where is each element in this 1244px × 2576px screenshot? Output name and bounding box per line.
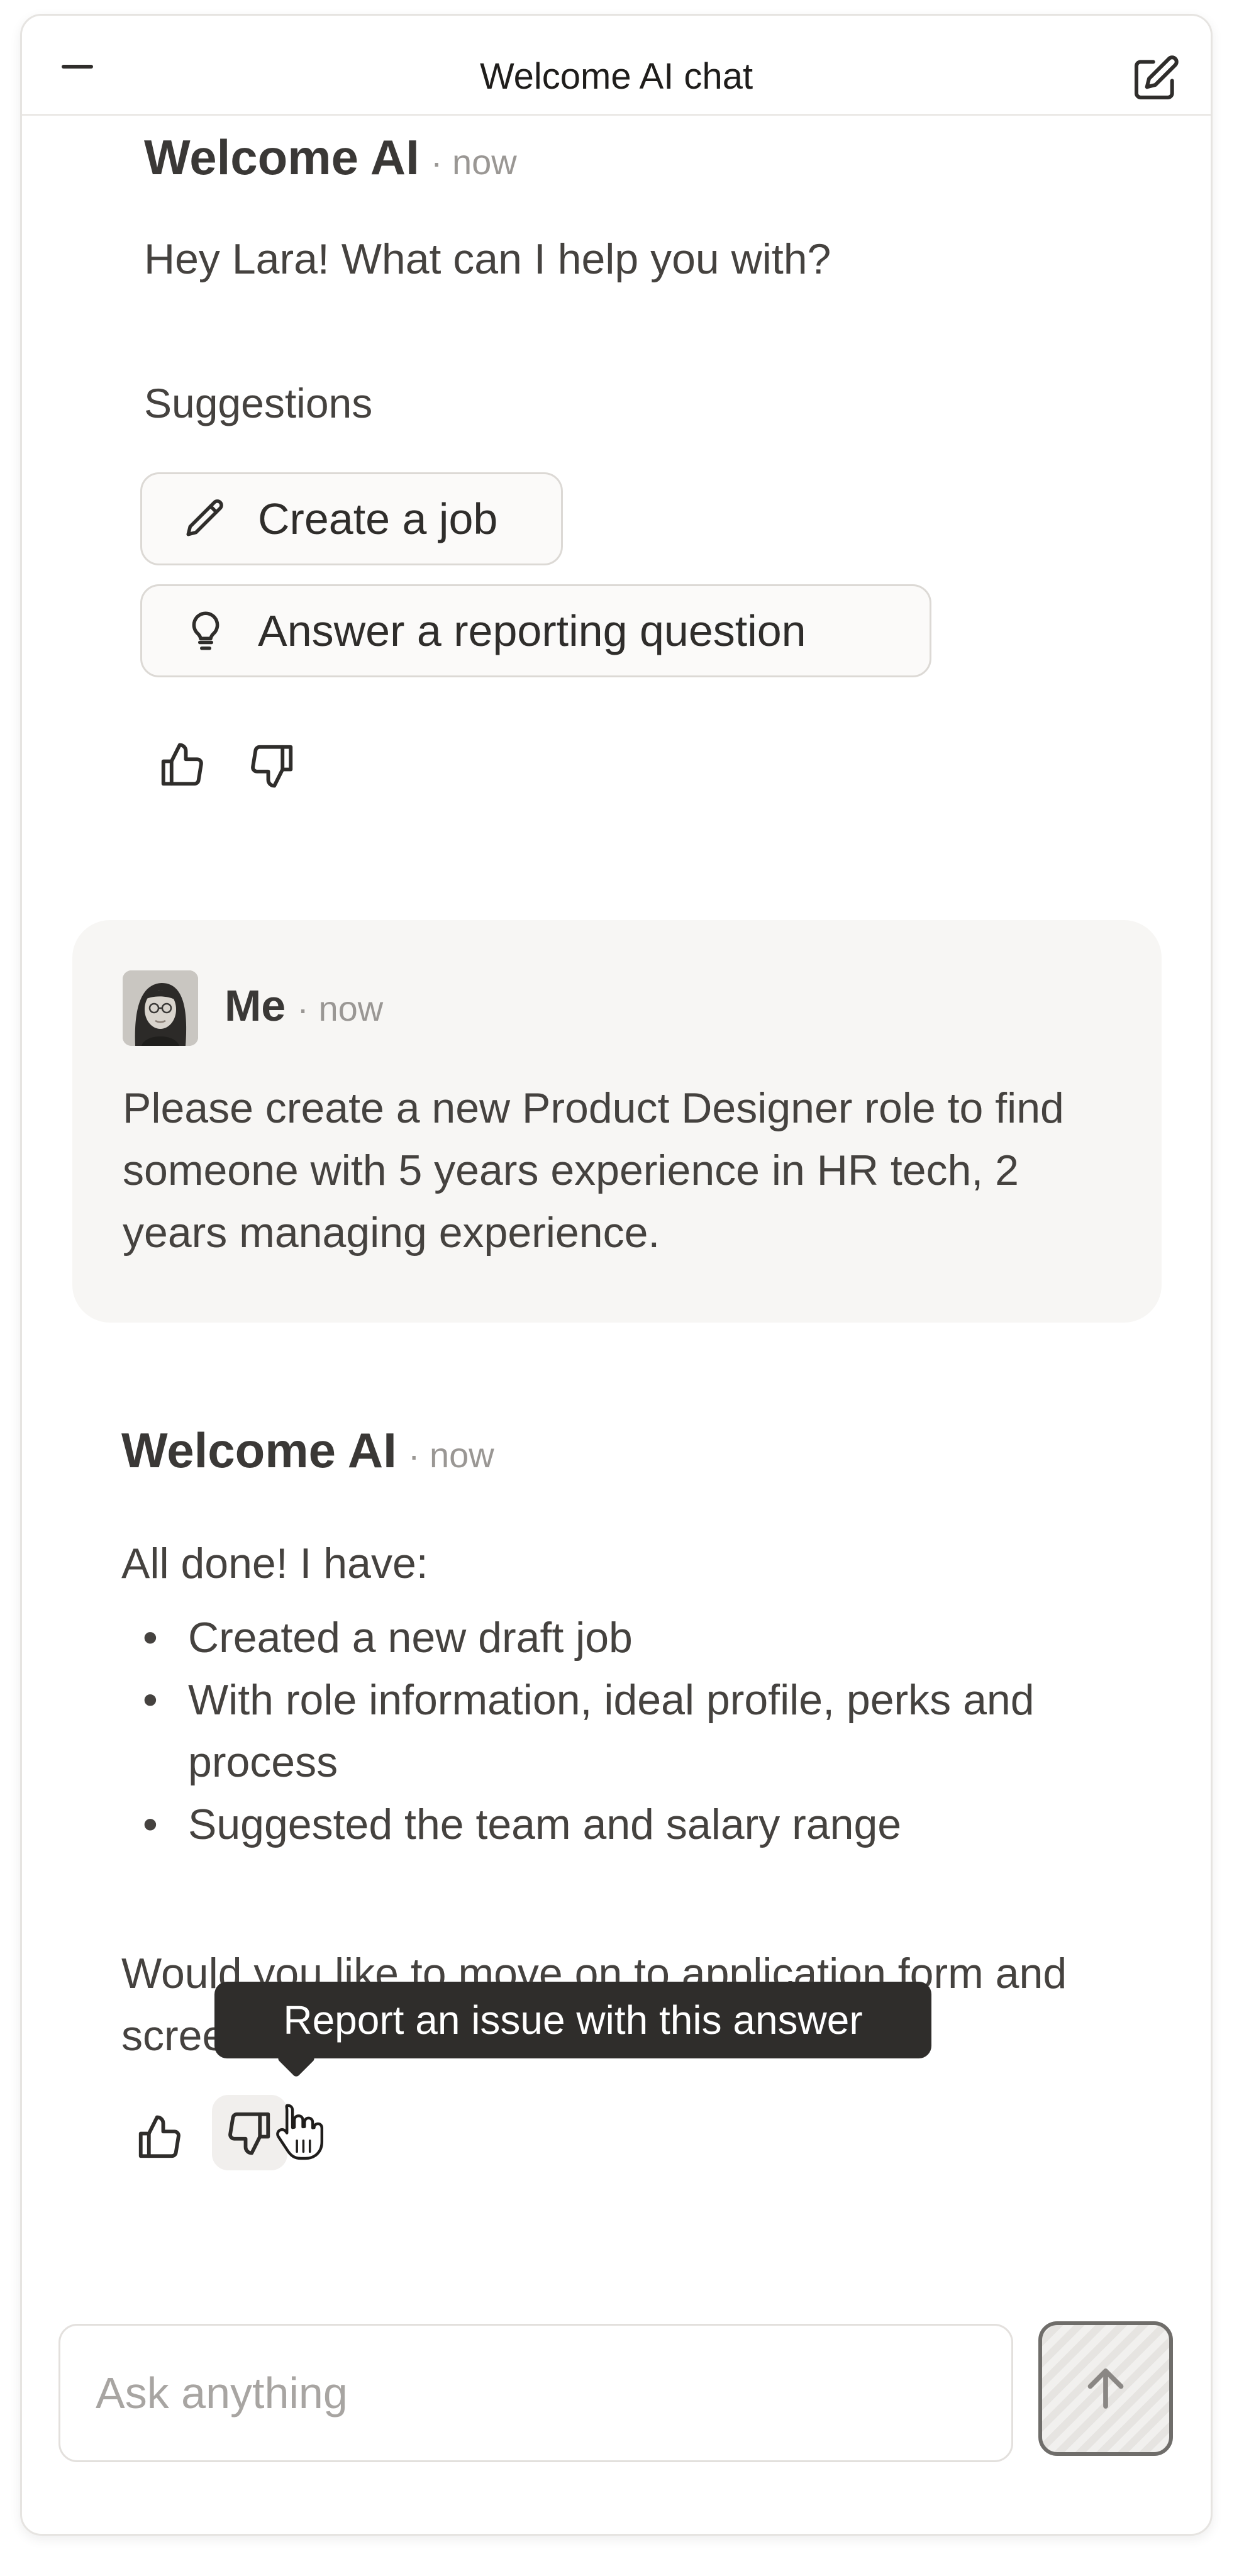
message-sender: Welcome AI xyxy=(121,1423,397,1478)
thumbs-down-icon xyxy=(228,2112,270,2155)
message-sender: Welcome AI xyxy=(144,130,419,185)
thumbs-up-button[interactable] xyxy=(121,2100,197,2175)
message-sender: Me xyxy=(225,981,286,1030)
suggestion-label: Create a job xyxy=(258,494,498,543)
avatar xyxy=(123,970,198,1046)
lightbulb-icon xyxy=(192,611,219,650)
thumbs-up-icon xyxy=(161,743,203,786)
suggestions-label: Suggestions xyxy=(144,380,373,426)
suggestion-create-job[interactable]: Create a job xyxy=(140,472,563,565)
message-time: · now xyxy=(430,142,517,182)
list-item: Suggested the team and salary range xyxy=(121,1794,1102,1856)
welcome-message: Welcome AI · now xyxy=(144,129,517,186)
suggestion-label: Answer a reporting question xyxy=(258,606,806,655)
user-message: Me · now Please create a new Product Des… xyxy=(72,920,1162,1323)
message-time: · now xyxy=(297,989,384,1028)
reply-intro: All done! I have: xyxy=(121,1540,428,1587)
pencil-icon xyxy=(186,499,223,536)
chat-window: Welcome AI chat Welcome AI · now Hey Lar… xyxy=(20,14,1213,2536)
reply-bullet-list: Created a new draft job With role inform… xyxy=(121,1607,1102,1856)
chat-title: Welcome AI chat xyxy=(479,56,753,97)
new-chat-button[interactable] xyxy=(1130,53,1180,104)
thumbs-up-icon xyxy=(138,2115,180,2158)
list-item: Created a new draft job xyxy=(121,1607,1102,1669)
chat-header: Welcome AI chat xyxy=(22,16,1211,116)
user-message-text: Please create a new Product Designer rol… xyxy=(123,1084,1064,1257)
send-button[interactable] xyxy=(1038,2321,1173,2456)
reply-message: Welcome AI · now xyxy=(121,1422,494,1479)
arrow-up-icon xyxy=(1087,2368,1124,2409)
suggestion-reporting-question[interactable]: Answer a reporting question xyxy=(140,584,931,677)
thumbs-down-icon xyxy=(251,745,293,788)
compose-icon xyxy=(1135,55,1179,99)
report-issue-tooltip: Report an issue with this answer xyxy=(214,1982,931,2058)
message-input[interactable] xyxy=(96,2326,976,2460)
list-item: With role information, ideal profile, pe… xyxy=(121,1669,1102,1794)
message-input-box[interactable] xyxy=(58,2324,1013,2462)
message-time: · now xyxy=(408,1435,494,1475)
hand-cursor-icon xyxy=(276,2104,324,2160)
thumbs-up-button[interactable] xyxy=(144,728,219,803)
thumbs-down-button[interactable] xyxy=(235,728,310,803)
greeting-text: Hey Lara! What can I help you with? xyxy=(144,235,831,283)
